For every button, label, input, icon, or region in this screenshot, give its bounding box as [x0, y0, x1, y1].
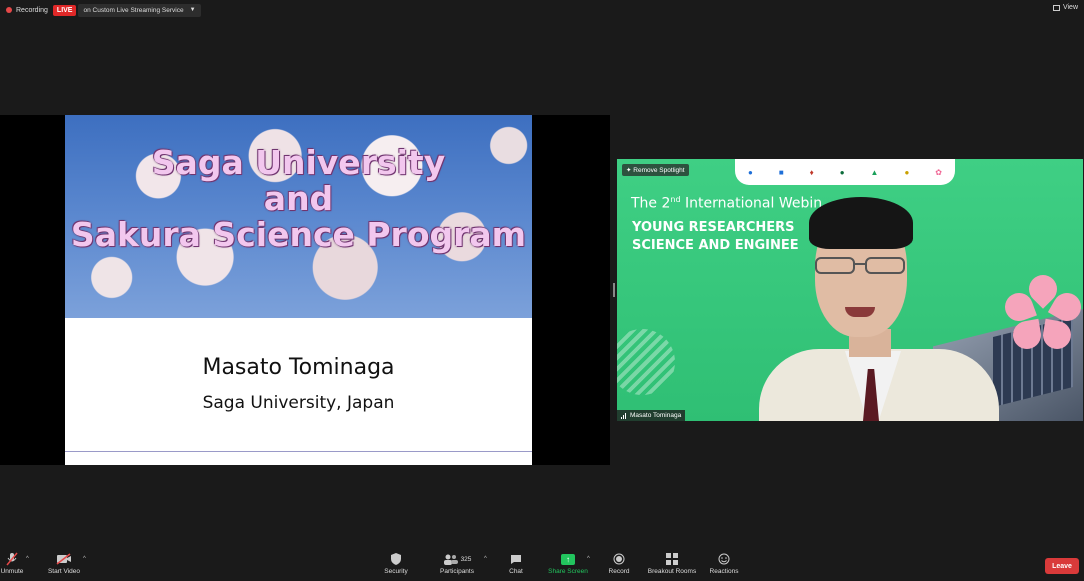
breakout-rooms-label: Breakout Rooms	[647, 568, 697, 575]
view-label: View	[1062, 4, 1078, 11]
presentation-slide: Saga University and Sakura Science Progr…	[65, 115, 532, 465]
participants-options-chevron-icon[interactable]: ^	[484, 556, 487, 562]
reactions-label: Reactions	[709, 568, 739, 575]
reactions-button[interactable]: Reactions	[706, 552, 742, 575]
slide-divider	[65, 451, 532, 452]
participant-name-tag: Masato Tominaga	[617, 410, 686, 421]
slide-title-line: Sakura Science Program	[70, 215, 527, 254]
speaker-video: ● ■ ♦ ● ▲ ● ✿ The 2nd International Webi…	[617, 159, 1083, 421]
breakout-rooms-button[interactable]: Breakout Rooms	[644, 552, 700, 575]
speaker-glasses	[813, 257, 909, 275]
shared-screen: Saga University and Sakura Science Progr…	[0, 115, 610, 465]
banner-subtitle-prefix: The 2	[631, 195, 671, 212]
participants-button[interactable]: 325 Participants	[434, 552, 480, 575]
chat-bubble-icon	[504, 552, 528, 566]
slide-title: Saga University and Sakura Science Progr…	[65, 145, 532, 253]
unmute-button[interactable]: Unmute	[0, 552, 24, 575]
shield-icon	[380, 552, 412, 566]
split-resize-handle[interactable]	[613, 283, 615, 297]
video-off-icon	[44, 552, 84, 566]
share-screen-label: Share Screen	[548, 568, 588, 575]
spotlight-pin-icon: ✦	[626, 167, 632, 174]
chat-label: Chat	[509, 568, 523, 575]
presenter-affiliation: Saga University, Japan	[202, 393, 395, 413]
share-options-chevron-icon[interactable]: ^	[587, 556, 590, 562]
leave-button[interactable]: Leave	[1045, 558, 1079, 574]
signal-bars-icon	[621, 412, 627, 419]
video-options-chevron-icon[interactable]: ^	[83, 556, 86, 562]
sponsor-logo-icon: ▲	[870, 167, 879, 177]
banner-heading-1-text: YOUNG RESEARCHERS	[632, 220, 795, 235]
participant-count: 325	[460, 555, 472, 563]
record-label: Record	[608, 568, 630, 575]
record-icon	[604, 552, 634, 566]
slide-title-line: Saga University	[151, 143, 446, 182]
view-grid-icon	[1052, 4, 1060, 11]
view-button[interactable]: View	[1052, 4, 1078, 11]
speaker-hair	[809, 197, 913, 249]
slide-title-line: and	[263, 179, 334, 218]
unmute-label: Unmute	[0, 568, 24, 575]
meeting-toolbar: Unmute ^ Start Video ^ Security 325 Part…	[0, 552, 1084, 581]
participant-name: Masato Tominaga	[630, 412, 682, 419]
breakout-rooms-icon	[644, 552, 700, 566]
sponsor-logo-bar: ● ■ ♦ ● ▲ ● ✿	[735, 159, 955, 185]
banner-subtitle: The 2nd International Webin	[631, 195, 822, 212]
banner-subtitle-suffix: International Webin	[685, 195, 823, 212]
banner-subtitle-sup: nd	[670, 195, 681, 204]
remove-spotlight-label: Remove Spotlight	[633, 167, 685, 174]
sponsor-logo-icon: ●	[839, 167, 845, 177]
sponsor-logo-icon: ♦	[809, 167, 814, 177]
participants-label: Participants	[440, 568, 474, 575]
start-video-button[interactable]: Start Video	[44, 552, 84, 575]
live-stream-label: on Custom Live Streaming Service	[83, 6, 184, 14]
recording-label: Recording	[16, 6, 48, 14]
security-label: Security	[384, 568, 408, 575]
participants-icon: 325	[434, 552, 480, 566]
chevron-down-icon: ▼	[189, 7, 196, 13]
share-screen-button[interactable]: ↑ Share Screen	[546, 552, 590, 575]
sponsor-logo-icon: ●	[904, 167, 910, 177]
presenter-name: Masato Tominaga	[202, 355, 395, 380]
security-button[interactable]: Security	[380, 552, 412, 575]
live-badge: LIVE	[52, 4, 77, 16]
recording-dot-icon	[6, 7, 12, 13]
recording-status: Recording LIVE on Custom Live Streaming …	[6, 2, 201, 18]
muted-microphone-icon	[0, 552, 24, 566]
remove-spotlight-button[interactable]: ✦ Remove Spotlight	[622, 164, 689, 176]
share-screen-icon: ↑	[546, 552, 590, 566]
start-video-label: Start Video	[47, 568, 81, 575]
record-button[interactable]: Record	[604, 552, 634, 575]
banner-heading-2: SCIENCE AND ENGINEE	[632, 238, 799, 253]
sakura-flower-icon	[1001, 269, 1083, 352]
chat-button[interactable]: Chat	[504, 552, 528, 575]
sponsor-logo-icon: ●	[747, 167, 753, 177]
audio-options-chevron-icon[interactable]: ^	[26, 556, 29, 562]
sponsor-logo-icon: ✿	[935, 167, 942, 177]
smiley-icon	[706, 552, 742, 566]
sponsor-logo-icon: ■	[778, 167, 784, 177]
live-stream-dropdown[interactable]: on Custom Live Streaming Service ▼	[78, 3, 201, 17]
